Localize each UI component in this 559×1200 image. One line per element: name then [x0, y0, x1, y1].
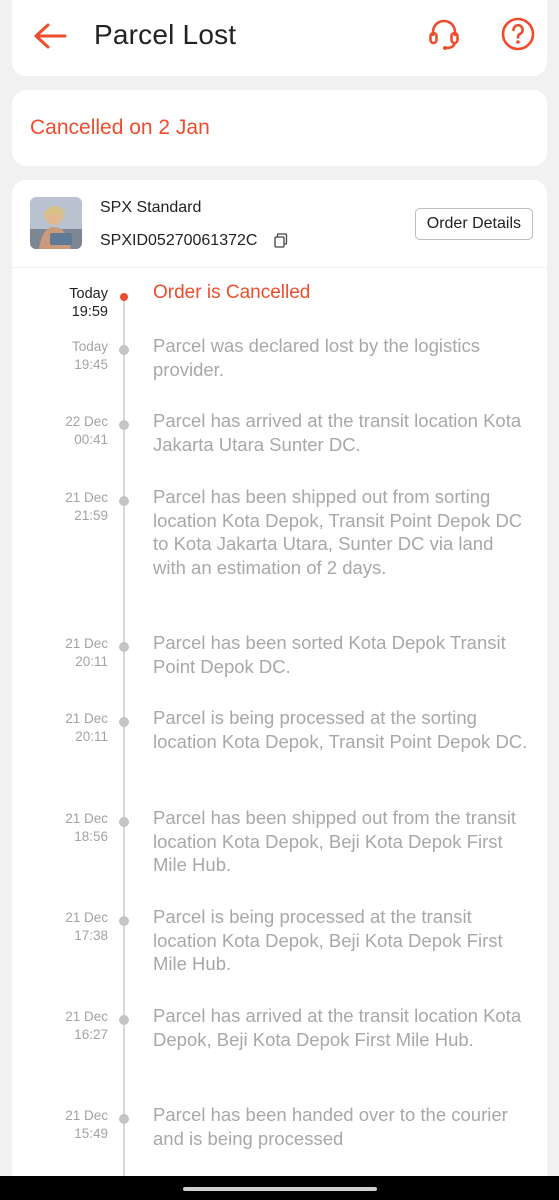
timeline-time: 00:41 — [74, 432, 108, 447]
timeline-description: Parcel was declared lost by the logistic… — [153, 335, 480, 380]
app-header: Parcel Lost — [12, 0, 547, 76]
timeline-time: 15:49 — [74, 1126, 108, 1141]
timeline-time: 16:27 — [74, 1027, 108, 1042]
timeline-date: 21 Dec — [65, 910, 108, 925]
timeline-time: 20:11 — [75, 654, 108, 669]
timeline-timestamp: 21 Dec 17:38 — [32, 909, 108, 945]
timeline-dot — [119, 717, 129, 727]
timeline-date: 21 Dec — [65, 636, 108, 651]
timeline-description: Parcel has arrived at the transit locati… — [153, 1005, 522, 1050]
timeline-timestamp: Today 19:45 — [32, 338, 108, 374]
tracking-timeline: Today 19:59 Order is Cancelled Today 19:45 Pa… — [12, 268, 547, 1200]
timeline-timestamp: 21 Dec 20:11 — [32, 635, 108, 671]
tracking-number: SPXID05270061372C — [100, 232, 258, 249]
status-card: Cancelled on 2 Jan — [12, 90, 547, 166]
timeline-description: Parcel has been shipped out from sorting… — [153, 486, 523, 578]
headset-icon — [426, 16, 462, 57]
timeline-date: 21 Dec — [65, 1108, 108, 1123]
help-circle-icon — [500, 16, 536, 57]
timeline-description: Order is Cancelled — [153, 282, 311, 303]
tracking-card: SPX Standard SPXID05270061372C Order Det… — [12, 180, 547, 1200]
timeline-time: 19:59 — [71, 304, 108, 320]
timeline-time: 20:11 — [75, 729, 108, 744]
timeline-date: 21 Dec — [65, 1009, 108, 1024]
order-details-button[interactable]: Order Details — [414, 208, 533, 240]
back-arrow-icon — [33, 22, 67, 55]
timeline-dot — [119, 496, 129, 506]
cancellation-status: Cancelled on 2 Jan — [30, 116, 210, 139]
timeline-dot — [119, 1114, 129, 1124]
carrier-name: SPX Standard — [100, 199, 202, 216]
timeline-time: 17:38 — [74, 928, 108, 943]
timeline-line — [123, 296, 125, 1200]
timeline-dot — [119, 916, 129, 926]
timeline-description: Parcel is being processed at the transit… — [153, 906, 503, 974]
copy-icon[interactable] — [274, 233, 288, 253]
timeline-dot — [119, 817, 129, 827]
timeline-description: Parcel has arrived at the transit locati… — [153, 410, 522, 455]
timeline-description: Parcel has been shipped out from the tra… — [153, 807, 517, 875]
customer-support-button[interactable] — [425, 17, 463, 55]
timeline-time: 19:45 — [74, 357, 108, 372]
timeline-date: Today — [71, 339, 108, 354]
shipment-info: SPX Standard SPXID05270061372C Order Det… — [12, 180, 547, 268]
timeline-dot — [119, 345, 129, 355]
timeline-date: 21 Dec — [65, 490, 108, 505]
home-indicator[interactable] — [183, 1187, 377, 1191]
help-button[interactable] — [499, 17, 537, 55]
timeline-dot — [119, 642, 129, 652]
timeline-dot — [119, 420, 129, 430]
timeline-timestamp: 21 Dec 18:56 — [32, 810, 108, 846]
timeline-timestamp: Today 19:59 — [32, 285, 108, 321]
timeline-timestamp: 21 Dec 20:11 — [32, 710, 108, 746]
timeline-description: Parcel has been sorted Kota Depok Transi… — [153, 632, 506, 677]
system-navigation-bar — [0, 1176, 559, 1200]
product-thumbnail — [30, 197, 82, 249]
timeline-timestamp: 21 Dec 15:49 — [32, 1107, 108, 1143]
timeline-dot — [120, 293, 128, 301]
back-button[interactable] — [30, 18, 70, 58]
timeline-date: 21 Dec — [65, 811, 108, 826]
timeline-time: 18:56 — [74, 829, 108, 844]
timeline-time: 21:59 — [74, 508, 108, 523]
timeline-dot — [119, 1015, 129, 1025]
timeline-date: Today — [69, 286, 108, 302]
timeline-date: 22 Dec — [65, 414, 108, 429]
page-title: Parcel Lost — [94, 19, 237, 50]
timeline-timestamp: 21 Dec 21:59 — [32, 489, 108, 525]
timeline-timestamp: 21 Dec 16:27 — [32, 1008, 108, 1044]
timeline-date: 21 Dec — [65, 711, 108, 726]
timeline-timestamp: 22 Dec 00:41 — [32, 413, 108, 449]
timeline-description: Parcel is being processed at the sorting… — [153, 707, 528, 752]
timeline-description: Parcel has been handed over to the couri… — [153, 1104, 508, 1149]
